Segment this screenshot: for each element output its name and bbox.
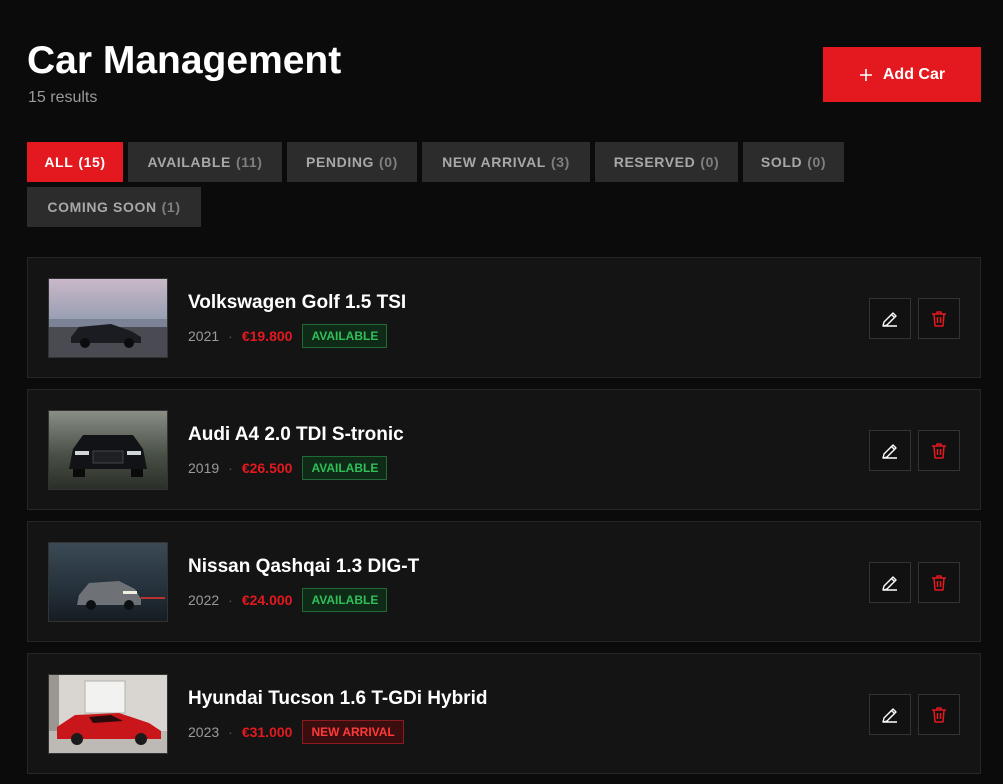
status-badge: NEW ARRIVAL bbox=[302, 720, 404, 744]
car-meta: 2022 · €24.000 AVAILABLE bbox=[188, 587, 388, 613]
filter-label: ALL bbox=[44, 154, 74, 170]
status-badge: AVAILABLE bbox=[302, 588, 388, 612]
car-thumbnail bbox=[48, 674, 168, 754]
filter-tab-new-arrival[interactable]: NEW ARRIVAL (3) bbox=[422, 142, 590, 182]
car-meta: 2023 · €31.000 NEW ARRIVAL bbox=[188, 719, 404, 745]
car-name: Nissan Qashqai 1.3 DIG-T bbox=[188, 556, 420, 577]
car-thumbnail bbox=[48, 542, 168, 622]
delete-button[interactable] bbox=[918, 562, 960, 603]
edit-button[interactable] bbox=[869, 694, 911, 735]
car-price: €19.800 bbox=[241, 328, 293, 344]
car-meta: 2021 · €19.800 AVAILABLE bbox=[188, 323, 388, 349]
meta-separator: · bbox=[228, 724, 233, 740]
delete-button[interactable] bbox=[918, 430, 960, 471]
plus-icon bbox=[859, 68, 873, 82]
filter-count: (15) bbox=[78, 154, 106, 170]
filter-tab-all[interactable]: ALL (15) bbox=[27, 142, 123, 182]
status-badge: AVAILABLE bbox=[302, 456, 388, 480]
trash-icon bbox=[929, 705, 949, 725]
car-list-item: Hyundai Tucson 1.6 T-GDi Hybrid 2023 · €… bbox=[27, 653, 981, 774]
filter-tab-sold[interactable]: SOLD (0) bbox=[743, 142, 844, 182]
meta-separator: · bbox=[228, 592, 233, 608]
pencil-icon bbox=[880, 309, 900, 329]
pencil-icon bbox=[880, 573, 900, 593]
car-list-item: Volkswagen Golf 1.5 TSI 2021 · €19.800 A… bbox=[27, 257, 981, 378]
filter-label: RESERVED bbox=[613, 154, 696, 170]
add-car-button[interactable]: Add Car bbox=[823, 47, 981, 102]
trash-icon bbox=[929, 573, 949, 593]
car-year: 2021 bbox=[188, 328, 220, 344]
delete-button[interactable] bbox=[918, 694, 960, 735]
car-price: €26.500 bbox=[241, 460, 293, 476]
car-name: Audi A4 2.0 TDI S-tronic bbox=[188, 424, 404, 445]
filter-count: (3) bbox=[550, 154, 570, 170]
car-name: Volkswagen Golf 1.5 TSI bbox=[188, 292, 407, 313]
pencil-icon bbox=[880, 705, 900, 725]
edit-button[interactable] bbox=[869, 298, 911, 339]
car-list-item: Nissan Qashqai 1.3 DIG-T 2022 · €24.000 … bbox=[27, 521, 981, 642]
filter-count: (1) bbox=[161, 199, 181, 215]
pencil-icon bbox=[880, 441, 900, 461]
car-price: €31.000 bbox=[241, 724, 293, 740]
car-year: 2023 bbox=[188, 724, 220, 740]
filter-count: (0) bbox=[379, 154, 398, 170]
add-car-label: Add Car bbox=[882, 65, 946, 83]
car-meta: 2019 · €26.500 AVAILABLE bbox=[188, 455, 388, 481]
car-year: 2022 bbox=[188, 592, 220, 608]
filter-count: (11) bbox=[235, 154, 263, 170]
filter-count: (0) bbox=[700, 154, 720, 170]
results-count: 15 results bbox=[28, 89, 98, 106]
filter-tab-pending[interactable]: PENDING (0) bbox=[287, 142, 417, 182]
filter-label: SOLD bbox=[760, 154, 803, 170]
edit-button[interactable] bbox=[869, 562, 911, 603]
car-thumbnail bbox=[48, 410, 168, 490]
filter-count: (0) bbox=[807, 154, 827, 170]
edit-button[interactable] bbox=[869, 430, 911, 471]
meta-separator: · bbox=[228, 460, 233, 476]
filter-label: PENDING bbox=[306, 154, 375, 170]
meta-separator: · bbox=[228, 328, 233, 344]
trash-icon bbox=[929, 441, 949, 461]
page-title: Car Management bbox=[27, 39, 342, 82]
filter-label: NEW ARRIVAL bbox=[442, 154, 546, 170]
filter-label: AVAILABLE bbox=[147, 154, 231, 170]
filter-tab-reserved[interactable]: RESERVED (0) bbox=[595, 142, 738, 182]
car-year: 2019 bbox=[188, 460, 220, 476]
filter-tab-coming-soon[interactable]: COMING SOON (1) bbox=[27, 187, 201, 227]
car-management-page: Car Management 15 results Add Car ALL (1… bbox=[0, 0, 1003, 784]
car-list-item: Audi A4 2.0 TDI S-tronic 2019 · €26.500 … bbox=[27, 389, 981, 510]
car-thumbnail bbox=[48, 278, 168, 358]
car-name: Hyundai Tucson 1.6 T-GDi Hybrid bbox=[188, 688, 488, 709]
filter-label: COMING SOON bbox=[47, 199, 157, 215]
delete-button[interactable] bbox=[918, 298, 960, 339]
status-badge: AVAILABLE bbox=[302, 324, 388, 348]
trash-icon bbox=[929, 309, 949, 329]
filter-tab-available[interactable]: AVAILABLE (11) bbox=[128, 142, 282, 182]
car-price: €24.000 bbox=[241, 592, 293, 608]
